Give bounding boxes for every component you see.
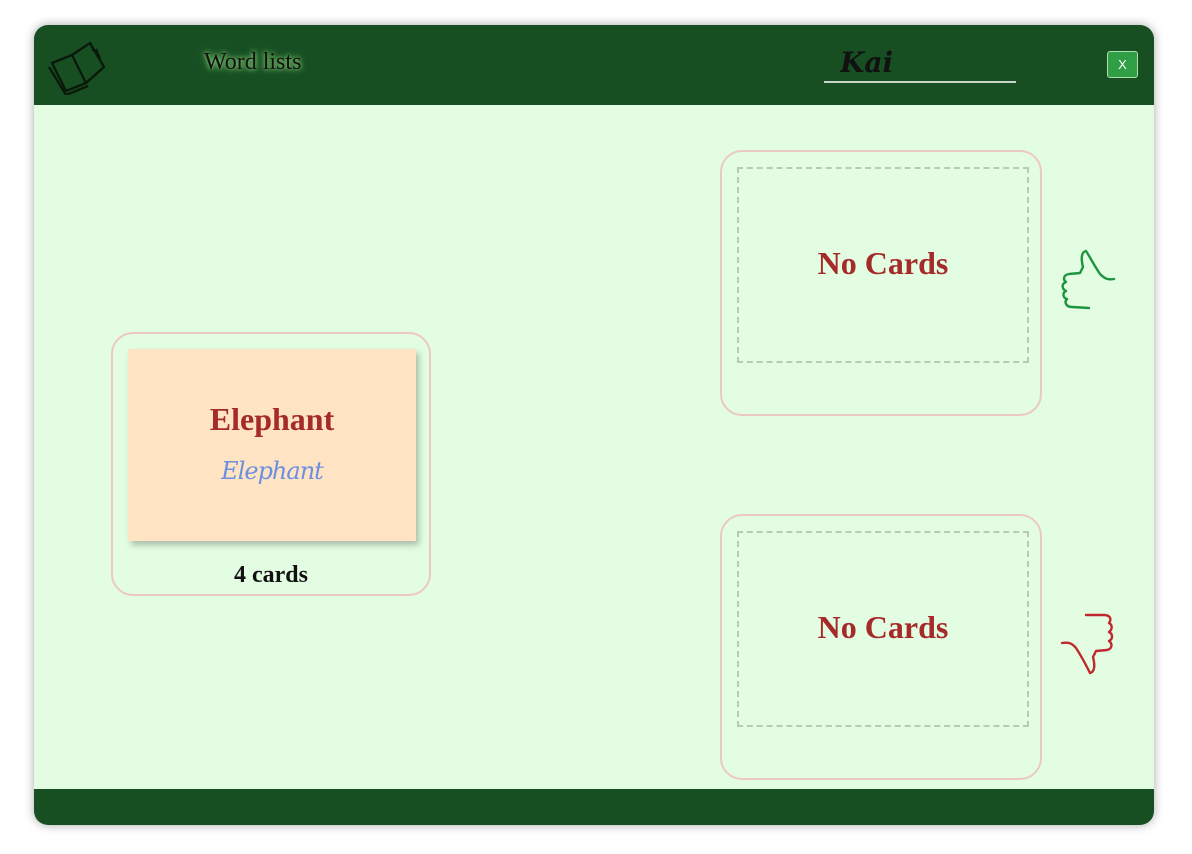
header-bar: Word lists X: [34, 25, 1154, 105]
player-name-input[interactable]: [824, 43, 1016, 83]
flashcard[interactable]: Elephant Elephant: [128, 349, 416, 541]
footer-bar: [34, 789, 1154, 825]
app-window: Word lists X Elephant Elephant 4 cards N…: [34, 25, 1154, 825]
card-word: Elephant: [209, 401, 335, 437]
known-pile-label: No Cards: [817, 245, 949, 281]
book-icon[interactable]: [46, 37, 106, 95]
close-button[interactable]: X: [1107, 51, 1138, 78]
unknown-pile-label: No Cards: [817, 609, 949, 645]
thumbs-down-icon[interactable]: [1060, 611, 1116, 675]
thumbs-up-icon[interactable]: [1060, 247, 1116, 311]
page-title: Word lists: [204, 49, 302, 75]
unknown-pile[interactable]: No Cards: [720, 514, 1042, 780]
unknown-drop-zone[interactable]: No Cards: [737, 531, 1029, 727]
card-script-word: Elephant: [221, 457, 324, 485]
known-drop-zone[interactable]: No Cards: [737, 167, 1029, 363]
card-count: 4 cards: [234, 562, 308, 588]
known-pile[interactable]: No Cards: [720, 150, 1042, 416]
